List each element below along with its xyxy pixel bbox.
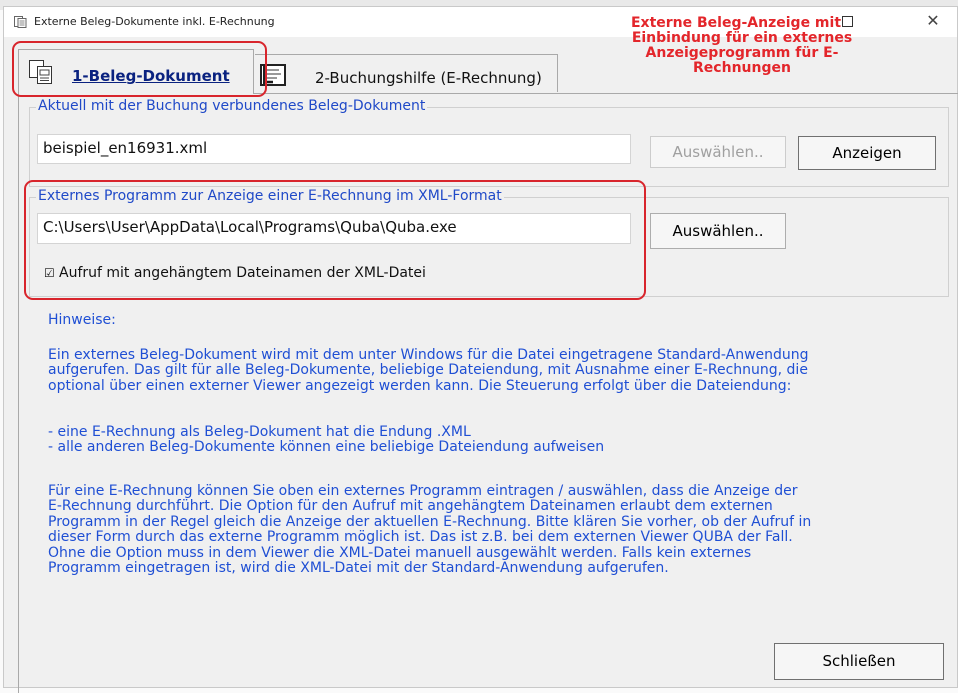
notes-paragraph-2: - eine E-Rechnung als Beleg-Dokument hat… [48, 424, 605, 456]
show-button[interactable]: Anzeigen [798, 136, 936, 170]
select-document-button[interactable]: Auswählen.. [650, 136, 786, 168]
highlight-external-program [24, 180, 646, 300]
document-file-input[interactable]: beispiel_en16931.xml [37, 134, 631, 164]
notes-paragraph-3: Für eine E-Rechnung können Sie oben ein … [48, 483, 812, 577]
annotation-line-1: Externe Beleg-Anzeige mit [630, 15, 842, 31]
tab-buchungshilfe[interactable]: 2-Buchungshilfe (E-Rechnung) [255, 54, 558, 92]
highlight-tab [12, 41, 267, 97]
dialog-window: Externe Beleg-Dokumente inkl. E-Rechnung… [3, 6, 958, 693]
annotation-text: Externe Beleg-Anzeige mit Einbindung für… [590, 16, 894, 76]
annotation-line-3: Anzeigeprogramm für E- [645, 45, 839, 61]
close-button[interactable]: Schließen [774, 643, 944, 680]
window-title: Externe Beleg-Dokumente inkl. E-Rechnung [34, 15, 275, 28]
annotation-line-2: Einbindung für ein externes [631, 30, 853, 46]
annotation-line-4: Rechnungen [693, 60, 791, 76]
group-legend-current-document: Aktuell mit der Buchung verbundenes Bele… [36, 98, 428, 114]
tab-label-buchungshilfe: 2-Buchungshilfe (E-Rechnung) [315, 69, 542, 87]
app-icon [14, 16, 27, 28]
maximize-icon[interactable] [842, 16, 854, 27]
select-program-button[interactable]: Auswählen.. [650, 213, 786, 249]
notes-heading: Hinweise: [48, 312, 116, 328]
notes-paragraph-1: Ein externes Beleg-Dokument wird mit dem… [48, 347, 809, 394]
close-icon[interactable]: ✕ [920, 10, 946, 32]
